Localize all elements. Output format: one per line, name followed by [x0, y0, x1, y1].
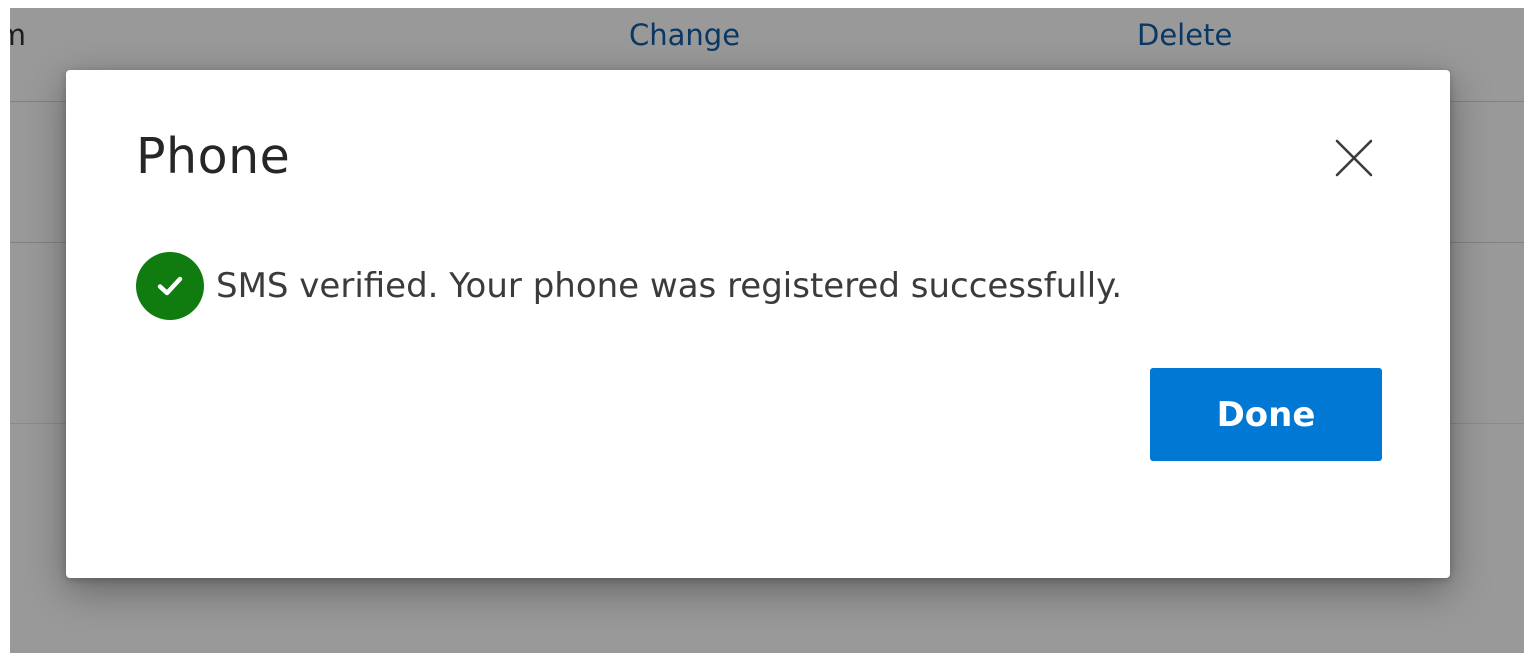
app-viewport: om Change Delete Phone SMS verified. You… — [10, 8, 1524, 653]
dialog-title: Phone — [136, 128, 291, 185]
status-message: SMS verified. Your phone was registered … — [136, 251, 1122, 321]
done-button[interactable]: Done — [1150, 368, 1382, 461]
close-button[interactable] — [1328, 132, 1380, 184]
phone-dialog: Phone SMS verified. Your phone was regis… — [66, 70, 1450, 578]
status-message-text: SMS verified. Your phone was registered … — [216, 266, 1123, 306]
checkmark-circle-icon — [136, 252, 204, 320]
close-icon — [1335, 139, 1373, 177]
